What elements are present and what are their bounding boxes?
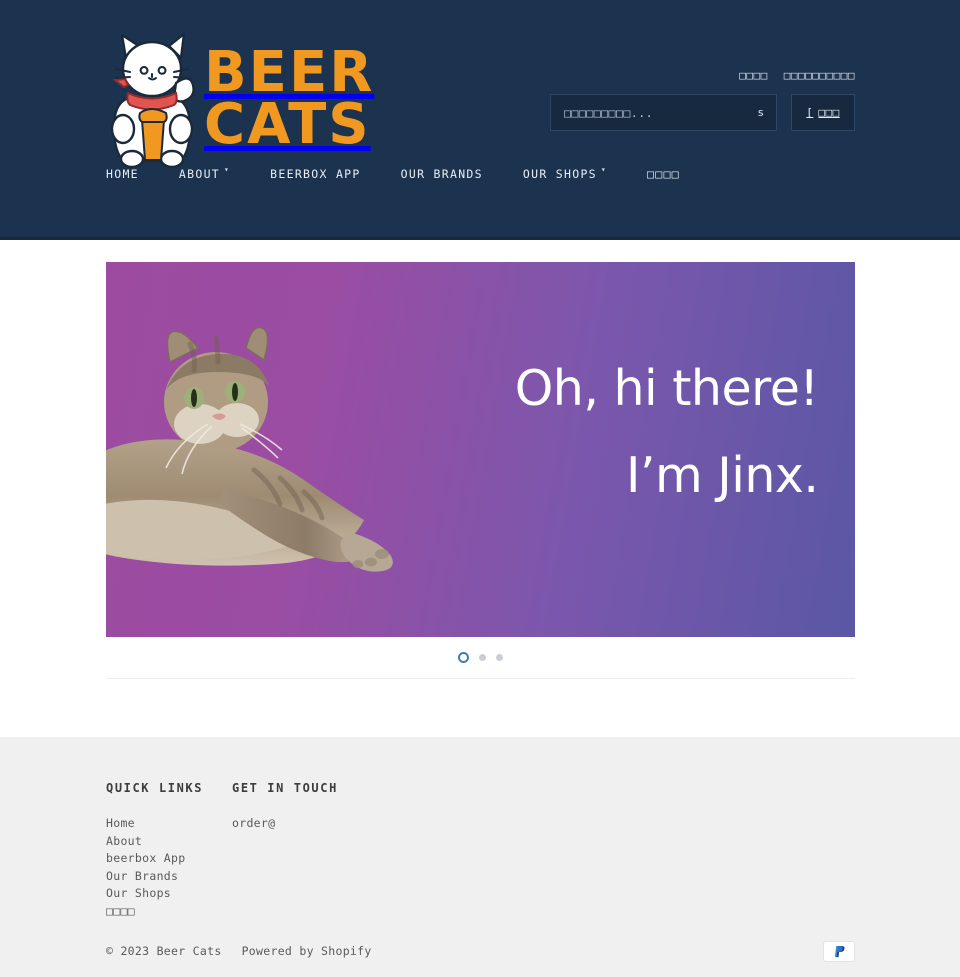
hero-line-2: I’m Jinx.: [625, 447, 819, 504]
footer-link-home[interactable]: Home: [106, 815, 232, 833]
nav-blog[interactable]: □□□□: [647, 167, 680, 181]
payment-method-paypal: [823, 940, 855, 962]
site-footer: QUICK LINKS Home About beerbox App Our B…: [0, 737, 960, 977]
footer-column-get-in-touch: GET IN TOUCH order@: [232, 781, 532, 921]
copyright-row: © 2023 Beer Cats Powered by Shopify: [106, 944, 372, 958]
carousel-dot-2[interactable]: [478, 653, 486, 661]
carousel-dot-1[interactable]: [457, 651, 469, 663]
nav-beerbox-app[interactable]: BEERBOX APP: [270, 167, 360, 181]
footer-link-blog[interactable]: □□□□: [106, 903, 232, 921]
search-and-cart: s [ □□□: [550, 94, 855, 131]
search-submit-icon[interactable]: s: [755, 106, 766, 119]
utility-links: □□□□ □□□□□□□□□□: [739, 69, 855, 82]
nav-our-shops-label: OUR SHOPS: [522, 166, 597, 181]
footer-link-beerbox-app[interactable]: beerbox App: [106, 850, 232, 868]
search-input[interactable]: [564, 105, 756, 120]
hero-slide[interactable]: Oh, hi there! I’m Jinx.: [105, 262, 855, 637]
nav-our-brands-label: OUR BRANDS: [400, 166, 483, 181]
tabby-cat-image: [105, 326, 393, 572]
chevron-down-icon: ▾: [600, 164, 608, 174]
copyright-text: © 2023 Beer Cats: [106, 944, 222, 958]
header-inner: BEER CATS □□□□ □□□□□□□□□□ s [ □□□ HOME A…: [0, 0, 960, 197]
nav-home[interactable]: HOME: [106, 167, 139, 181]
nav-about-label: ABOUT: [178, 166, 221, 181]
section-divider: [105, 678, 855, 679]
hero-line-1: Oh, hi there!: [514, 360, 819, 417]
nav-beerbox-app-label: BEERBOX APP: [270, 166, 361, 181]
nav-home-label: HOME: [106, 166, 139, 181]
create-account-link[interactable]: □□□□□□□□□□: [784, 69, 855, 82]
nav-our-shops[interactable]: OUR SHOPS ▾: [522, 164, 608, 181]
cart-label: □□□: [818, 106, 840, 119]
logo-wordmark: BEER CATS: [204, 45, 374, 157]
footer-link-our-shops[interactable]: Our Shops: [106, 885, 232, 903]
footer-bottom-bar: © 2023 Beer Cats Powered by Shopify: [0, 925, 960, 977]
footer-contact-email[interactable]: order@: [232, 815, 532, 833]
nav-about[interactable]: ABOUT ▾: [178, 164, 231, 181]
cart-button[interactable]: [ □□□: [791, 94, 855, 131]
site-header: BEER CATS □□□□ □□□□□□□□□□ s [ □□□ HOME A…: [0, 0, 960, 240]
account-link[interactable]: □□□□: [739, 69, 768, 82]
paypal-icon: [834, 945, 844, 957]
chevron-down-icon: ▾: [224, 164, 231, 174]
footer-heading-get-in-touch: GET IN TOUCH: [232, 781, 338, 795]
footer-heading-quick-links: QUICK LINKS: [106, 781, 204, 795]
hero-headline: Oh, hi there! I’m Jinx.: [515, 364, 819, 500]
nav-our-brands[interactable]: OUR BRANDS: [401, 167, 483, 181]
hero-carousel-section: Oh, hi there! I’m Jinx.: [0, 240, 960, 679]
footer-link-about[interactable]: About: [106, 833, 232, 851]
logo-line-2: CATS: [204, 92, 371, 157]
footer-link-our-brands[interactable]: Our Brands: [106, 868, 232, 886]
powered-by-shopify-link[interactable]: Powered by Shopify: [242, 944, 372, 958]
nav-blog-label: □□□□: [647, 166, 680, 181]
footer-column-quick-links: QUICK LINKS Home About beerbox App Our B…: [106, 781, 232, 921]
search-form: s: [550, 94, 777, 131]
carousel-dots: [106, 648, 855, 666]
cart-icon: [: [806, 106, 814, 119]
carousel-dot-3[interactable]: [495, 653, 503, 661]
footer-columns: QUICK LINKS Home About beerbox App Our B…: [0, 737, 960, 921]
main-navigation: HOME ABOUT ▾ BEERBOX APP OUR BRANDS OUR …: [0, 150, 960, 197]
